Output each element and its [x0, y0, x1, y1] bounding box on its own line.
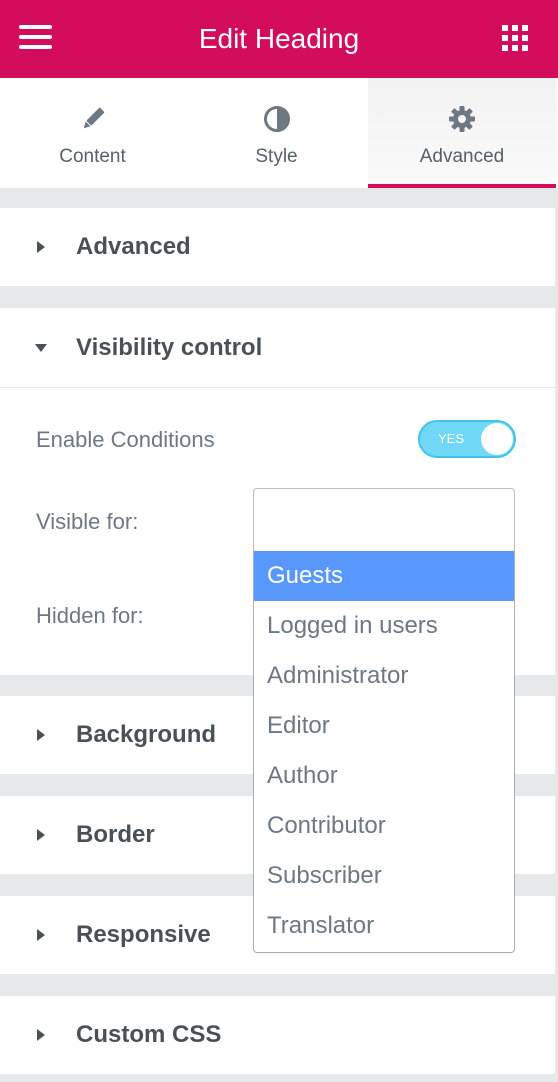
caret-right-icon [37, 241, 45, 253]
dropdown-option[interactable]: Author [254, 751, 514, 801]
enable-conditions-label: Enable Conditions [36, 427, 215, 452]
dropdown-option[interactable]: Editor [254, 701, 514, 751]
panel-title: Edit Heading [198, 23, 360, 54]
section-custom-css-title: Custom CSS [76, 1021, 222, 1048]
visible-for-select[interactable] [253, 488, 515, 552]
section-visibility-title: Visibility control [76, 333, 263, 361]
grid-icon[interactable] [502, 25, 528, 51]
dropdown-option[interactable]: Translator [254, 901, 514, 951]
dropdown-option[interactable]: Contributor [254, 801, 514, 851]
section-background-title: Background [76, 721, 217, 748]
hamburger-icon[interactable] [19, 25, 53, 53]
section-visibility-control[interactable]: Visibility control [0, 308, 555, 387]
section-custom-css[interactable]: Custom CSS [0, 996, 555, 1074]
section-responsive-title: Responsive [76, 921, 211, 948]
tab-advanced[interactable]: Advanced [368, 78, 556, 188]
gear-icon [447, 104, 477, 134]
dropdown-option[interactable]: Administrator [254, 651, 514, 701]
dropdown-option[interactable]: Subscriber [254, 851, 514, 901]
half-circle-icon [262, 104, 292, 134]
caret-right-icon [37, 829, 45, 841]
tab-style[interactable]: Style [185, 78, 368, 188]
toggle-state-text: YES [438, 431, 465, 446]
role-dropdown: Guests Logged in users Administrator Edi… [253, 551, 515, 953]
editor-tabs: Content Style Advanced [0, 78, 558, 188]
visible-for-label: Visible for: [36, 509, 139, 534]
pencil-icon [78, 104, 108, 134]
section-advanced[interactable]: Advanced [0, 208, 555, 286]
caret-right-icon [37, 929, 45, 941]
tab-style-label: Style [255, 146, 298, 167]
hidden-for-label: Hidden for: [36, 603, 144, 628]
enable-conditions-toggle[interactable]: YES [418, 420, 516, 458]
panel-header: Edit Heading [0, 0, 558, 78]
tab-content-label: Content [59, 146, 126, 167]
caret-right-icon [37, 1029, 45, 1041]
caret-right-icon [37, 729, 45, 741]
caret-down-icon [35, 343, 47, 352]
tab-content[interactable]: Content [0, 78, 185, 188]
tab-advanced-label: Advanced [419, 146, 505, 167]
section-advanced-title: Advanced [76, 233, 191, 260]
dropdown-option[interactable]: Guests [254, 551, 514, 601]
dropdown-option[interactable]: Logged in users [254, 601, 514, 651]
toggle-knob [481, 423, 513, 455]
section-border-title: Border [76, 821, 155, 848]
